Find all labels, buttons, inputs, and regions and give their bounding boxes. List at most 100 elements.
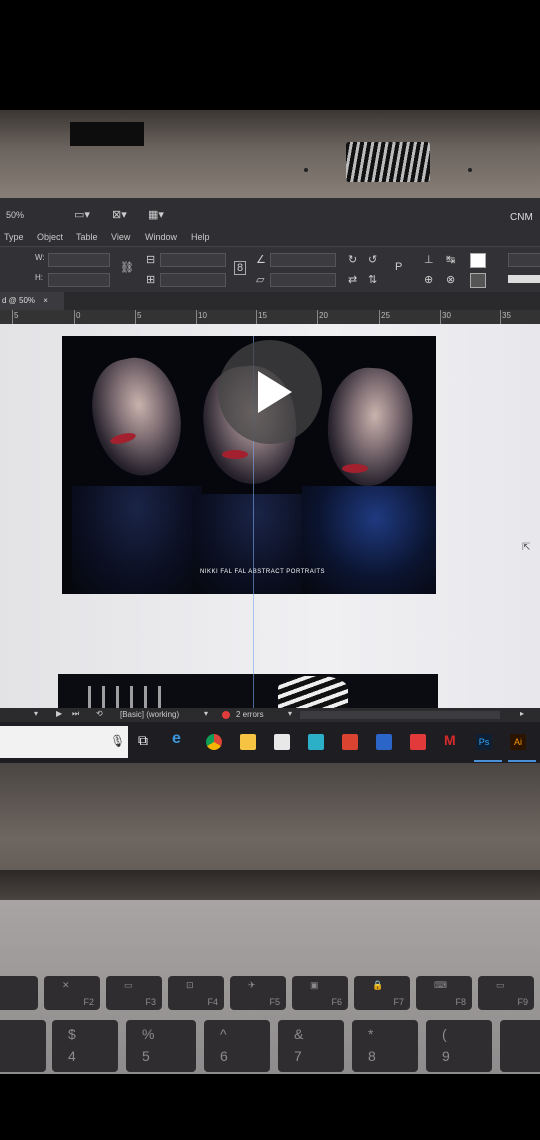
second-artwork-zebra — [278, 676, 348, 708]
key-f3: ▭ F3 — [106, 976, 162, 1010]
page-dropdown-icon[interactable]: ▾ — [34, 709, 38, 718]
key-f4: ⊡ F4 — [168, 976, 224, 1010]
close-tab-icon[interactable]: × — [43, 296, 48, 305]
rotation-field[interactable] — [270, 253, 336, 267]
next-page-icon[interactable]: ▶ — [56, 709, 62, 718]
last-page-icon[interactable]: ⏭ — [72, 709, 79, 719]
word-icon[interactable] — [376, 734, 392, 750]
stroke-swatch[interactable] — [470, 273, 486, 288]
store-icon[interactable] — [274, 734, 290, 750]
menu-view[interactable]: View — [111, 232, 130, 242]
artwork-image-second-page[interactable] — [58, 674, 438, 708]
key-f9: ▭ F9 — [478, 976, 534, 1010]
rotate-ccw-icon[interactable]: ↺ — [368, 253, 377, 266]
fill-swatch[interactable] — [470, 253, 486, 268]
windows-taskbar: 🎙 ⧉ e M Ps Ai — [0, 722, 540, 763]
height-field[interactable] — [48, 273, 110, 287]
illustrator-active-indicator — [508, 760, 536, 762]
key-f2: ✕ F2 — [44, 976, 100, 1010]
errors-dropdown-icon[interactable]: ▾ — [288, 709, 292, 718]
reference-point-icon[interactable]: P — [395, 261, 402, 273]
scroll-right-icon[interactable]: ▸ — [520, 709, 524, 718]
mouse-cursor-icon: ⇱ — [522, 542, 531, 553]
lexi-icon[interactable] — [308, 734, 324, 750]
bezel-shadow — [70, 122, 144, 146]
menu-window[interactable]: Window — [145, 232, 177, 242]
ruler-tick — [500, 310, 501, 324]
shear-icon: ▱ — [256, 274, 265, 286]
preflight-errors[interactable]: 2 errors — [236, 710, 264, 719]
battery-icon: ▭ — [496, 980, 505, 990]
touchpad-icon: ▣ — [310, 980, 319, 990]
display-icon: ▭ — [124, 980, 133, 990]
select-previous-icon[interactable]: ⊕ — [424, 273, 433, 286]
width-label: W: — [35, 253, 45, 262]
photoshop-icon[interactable]: Ps — [476, 734, 492, 750]
photoshop-active-indicator — [474, 760, 502, 762]
view-options-icon[interactable]: ▭▾ — [74, 208, 90, 221]
arrange-documents-icon[interactable]: ▦▾ — [148, 208, 164, 221]
key-9: (9 — [426, 1020, 492, 1072]
light-sensor-icon — [468, 168, 472, 172]
constrain-proportions-icon[interactable]: ⛓ — [120, 261, 134, 274]
rotate-icon: ∠ — [256, 254, 266, 266]
laptop-hinge — [0, 870, 540, 900]
stroke-weight-field[interactable] — [508, 253, 540, 267]
select-next-icon[interactable]: ⊗ — [446, 273, 455, 286]
portrait-coat-1 — [72, 486, 202, 594]
key-f1 — [0, 976, 38, 1010]
screen-mode-icon[interactable]: ⊠▾ — [112, 208, 127, 221]
menu-help[interactable]: Help — [191, 232, 210, 242]
horizontal-ruler: 5 0 5 10 15 20 25 30 35 — [0, 310, 540, 325]
microphone-icon[interactable]: 🎙 — [110, 734, 125, 748]
ruler-label: 5 — [137, 311, 142, 320]
video-play-button[interactable] — [218, 340, 322, 444]
illustrator-icon[interactable]: Ai — [510, 734, 526, 750]
mcafee-icon[interactable]: M — [444, 732, 460, 748]
microphone-mute-icon: ⊡ — [186, 980, 194, 990]
app-red-icon[interactable] — [410, 734, 426, 750]
select-content-icon[interactable]: ↹ — [446, 253, 455, 266]
video-top-letterbox — [0, 0, 540, 110]
edge-icon[interactable]: e — [172, 730, 188, 747]
scale-x-field[interactable] — [160, 253, 226, 267]
document-tab-bar: d @ 50% × — [0, 292, 540, 310]
ruler-tick — [74, 310, 75, 324]
style-dropdown-icon[interactable]: ▾ — [204, 709, 208, 718]
shear-field[interactable] — [270, 273, 336, 287]
key-0 — [500, 1020, 540, 1072]
task-view-icon[interactable]: ⧉ — [138, 732, 148, 749]
error-dot-icon — [222, 711, 230, 719]
constrain-scale-icon[interactable]: 8 — [234, 261, 247, 275]
menu-type[interactable]: Type — [4, 232, 24, 242]
key-8: * 8 — [352, 1020, 418, 1072]
document-tab[interactable]: d @ 50% × — [0, 292, 64, 310]
flip-horizontal-icon[interactable]: ⇄ — [348, 273, 357, 286]
key-f5: ✈ F5 — [230, 976, 286, 1010]
select-container-icon[interactable]: ⊥ — [424, 253, 434, 266]
zoom-level[interactable]: 50% — [6, 210, 24, 220]
ruler-tick — [440, 310, 441, 324]
rotate-cw-icon[interactable]: ↻ — [348, 253, 357, 266]
width-field[interactable] — [48, 253, 110, 267]
horizontal-scrollbar[interactable] — [300, 711, 500, 719]
menu-table[interactable]: Table — [76, 232, 98, 242]
taskbar-search-box[interactable]: 🎙 — [0, 726, 128, 758]
airplane-mode-icon: ✕ — [62, 980, 70, 990]
ruler-label: 10 — [198, 311, 207, 320]
style-indicator[interactable]: [Basic] (working) — [120, 710, 179, 719]
flip-vertical-icon[interactable]: ⇅ — [368, 273, 377, 286]
stroke-type-preview[interactable] — [508, 275, 540, 283]
key-f7: 🔒 F7 — [354, 976, 410, 1010]
chrome-icon[interactable] — [206, 734, 222, 750]
portrait-coat-3 — [302, 486, 436, 594]
ruler-tick — [317, 310, 318, 324]
scale-y-field[interactable] — [160, 273, 226, 287]
key-4: $4 — [52, 1020, 118, 1072]
office-icon[interactable] — [342, 734, 358, 750]
menu-object[interactable]: Object — [37, 232, 63, 242]
preflight-icon[interactable]: ⟲ — [96, 709, 103, 718]
key-5: % 5 — [126, 1020, 196, 1072]
file-explorer-icon[interactable] — [240, 734, 256, 750]
laptop-keyboard-deck: ✕ F2 ▭ F3 ⊡ F4 ✈ F5 ▣ F6 🔒 F7 ⌨ F8 ▭ F9 $4 % 5 ^ 6… — [0, 900, 540, 1074]
